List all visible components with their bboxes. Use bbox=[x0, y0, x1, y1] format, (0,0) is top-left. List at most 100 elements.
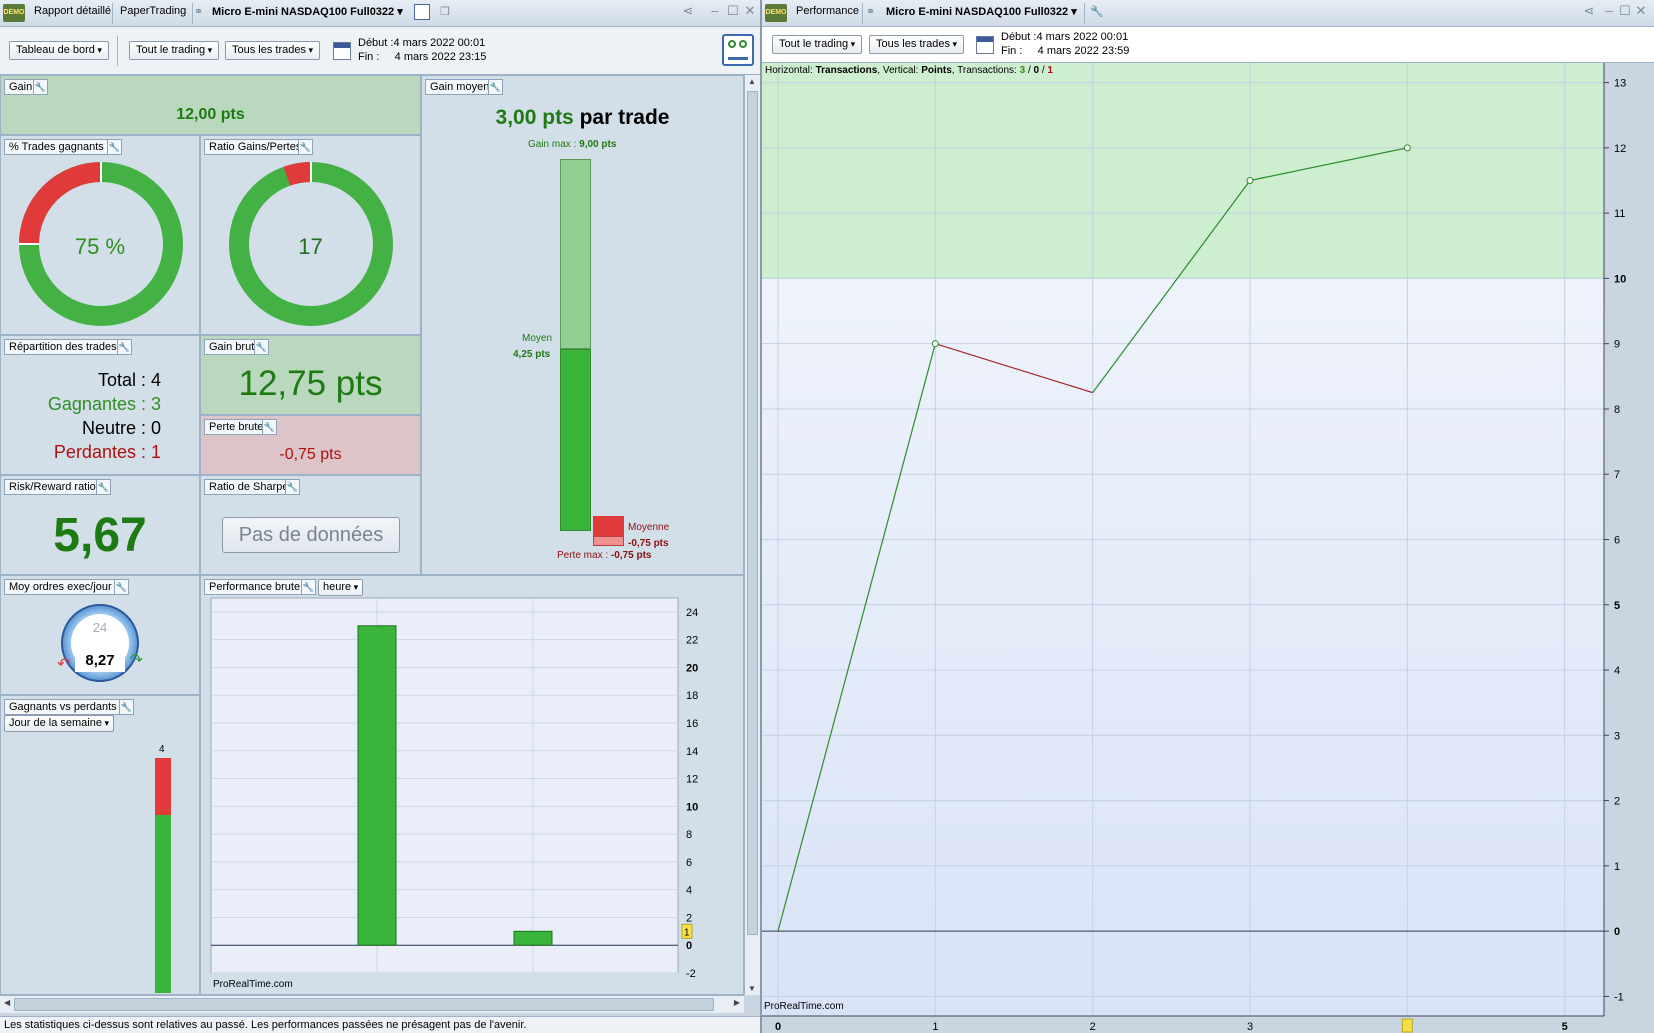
y-tick-label: 13 bbox=[1614, 78, 1626, 90]
maximize-icon[interactable]: ☐ bbox=[1618, 4, 1632, 18]
gauge-icon: 24 8,27 ↶ ↷ bbox=[57, 604, 143, 682]
demo-icon: DEMO bbox=[765, 4, 787, 22]
y-tick-label: 20 bbox=[686, 662, 698, 674]
x-tick-label: 0 bbox=[775, 1021, 781, 1033]
left-titlebar: DEMO Rapport détaillé PaperTrading ⚭ Mic… bbox=[0, 0, 760, 27]
copy-icon[interactable]: ❐ bbox=[440, 5, 450, 18]
moyenne-label: Moyenne bbox=[628, 522, 670, 533]
y-tick-label: -1 bbox=[1614, 991, 1624, 1003]
y-tick-label: 12 bbox=[1614, 143, 1626, 155]
neutre: Neutre : 0 bbox=[81, 418, 161, 438]
threshold-zone bbox=[762, 63, 1604, 279]
close-icon[interactable]: ✕ bbox=[1634, 4, 1648, 18]
instrument-selector[interactable]: Micro E-mini NASDAQ100 Full0322 ▾ bbox=[886, 5, 1077, 18]
trading-dropdown[interactable]: Tout le trading bbox=[129, 41, 220, 60]
maximize-icon[interactable]: ☐ bbox=[726, 4, 740, 18]
calendar-icon[interactable] bbox=[976, 36, 994, 54]
calendar-icon[interactable] bbox=[333, 42, 351, 60]
trading-dropdown[interactable]: Tout le trading bbox=[772, 35, 863, 54]
x-tick-label: 1 bbox=[932, 1021, 938, 1033]
gain-moyen-headline: 3,00 pts par trade bbox=[422, 106, 743, 130]
wrench-icon[interactable]: 🔧 bbox=[119, 699, 134, 715]
gvp-loss-bar bbox=[155, 758, 171, 815]
wrench-icon[interactable]: 🔧 bbox=[262, 419, 277, 435]
gain-moyen-suffix: par trade bbox=[579, 106, 670, 129]
chart-info: Horizontal: Transactions, Vertical: Poin… bbox=[765, 65, 1053, 76]
data-point bbox=[1403, 144, 1411, 152]
share-icon[interactable]: ⋖ bbox=[1582, 4, 1596, 18]
close-icon[interactable]: ✕ bbox=[743, 4, 757, 18]
y-tick-label: 8 bbox=[1614, 404, 1620, 416]
right-toolbar: Tout le trading Tous les trades Début :4… bbox=[762, 27, 1654, 63]
demo-icon: DEMO bbox=[3, 4, 25, 22]
risk-reward-value: 5,67 bbox=[53, 509, 147, 562]
tab-rapport-detaille[interactable]: Rapport détaillé bbox=[34, 5, 111, 17]
start-date: Début :4 mars 2022 00:01 bbox=[358, 37, 486, 49]
risk-reward-title: Risk/Reward ratio bbox=[4, 479, 101, 495]
perte-brute-value: -0,75 pts bbox=[279, 446, 342, 463]
share-icon[interactable]: ⋖ bbox=[681, 4, 695, 18]
chart-icon[interactable] bbox=[414, 4, 430, 20]
wrench-icon[interactable]: 🔧 bbox=[254, 339, 269, 355]
minimize-icon[interactable]: – bbox=[708, 4, 722, 18]
perf-brute-watermark: ProRealTime.com bbox=[213, 979, 293, 990]
left-vertical-scrollbar[interactable]: ▲ ▼ bbox=[744, 75, 760, 995]
dashboard-dropdown[interactable]: Tableau de bord bbox=[9, 41, 109, 60]
gauge-dial-label: 24 bbox=[92, 620, 108, 635]
sharpe-panel: Ratio de Sharpe 🔧 Pas de données bbox=[200, 475, 421, 575]
link-icon[interactable]: ⚭ bbox=[194, 5, 203, 18]
left-horizontal-scrollbar[interactable]: ◀ ▶ bbox=[0, 995, 744, 1013]
gain-brut-title: Gain brut bbox=[204, 339, 260, 355]
perf-brute-chart: 242220181614121086420-21 bbox=[210, 597, 698, 980]
start-date: Début :4 mars 2022 00:01 bbox=[1001, 31, 1129, 43]
wrench-icon[interactable]: 🔧 bbox=[285, 479, 300, 495]
disclaimer: Les statistiques ci-dessus sont relative… bbox=[0, 1016, 760, 1033]
y-tick-label: 10 bbox=[686, 801, 698, 813]
y-tick-label: 22 bbox=[686, 635, 698, 647]
repartition-panel: Répartition des trades 🔧 Total : 4 Gagna… bbox=[0, 335, 200, 475]
pct-gagnants-value: 75 % bbox=[74, 234, 126, 259]
instrument-selector[interactable]: Micro E-mini NASDAQ100 Full0322 ▾ bbox=[212, 5, 403, 18]
gain-moyen-bar bbox=[560, 349, 591, 531]
gain-max-bar bbox=[560, 159, 591, 349]
wrench-icon[interactable]: 🔧 bbox=[117, 339, 132, 355]
y-tick-label: 10 bbox=[1614, 273, 1626, 285]
y-tick-label: 8 bbox=[686, 829, 692, 841]
trades-dropdown[interactable]: Tous les trades bbox=[869, 35, 965, 54]
performance-chart[interactable]: -1012345678910111213012345 bbox=[762, 63, 1654, 1033]
wrench-icon[interactable]: 🔧 bbox=[114, 579, 129, 595]
gagnantes: Gagnantes : 3 bbox=[47, 394, 161, 414]
total: Total : 4 bbox=[97, 370, 161, 390]
wrench-icon[interactable]: 🔧 bbox=[488, 79, 503, 95]
trades-dropdown[interactable]: Tous les trades bbox=[225, 41, 321, 60]
moyenne-value: -0,75 pts bbox=[628, 538, 669, 549]
minimize-icon[interactable]: – bbox=[1602, 4, 1616, 18]
y-tick-label: 11 bbox=[1614, 208, 1625, 220]
sharpe-title: Ratio de Sharpe bbox=[204, 479, 294, 495]
link-icon[interactable]: ⚭ bbox=[866, 5, 875, 18]
gain-panel: Gain 🔧 12,00 pts bbox=[0, 75, 421, 135]
y-tick-label: 4 bbox=[1614, 665, 1620, 677]
wrench-icon[interactable]: 🔧 bbox=[298, 139, 313, 155]
wrench-icon[interactable]: 🔧 bbox=[1090, 5, 1104, 18]
pct-gagnants-panel: % Trades gagnants 🔧 75 % bbox=[0, 135, 200, 335]
gvp-dropdown[interactable]: Jour de la semaine bbox=[4, 715, 114, 732]
wrench-icon[interactable]: 🔧 bbox=[96, 479, 111, 495]
wrench-icon[interactable]: 🔧 bbox=[107, 139, 122, 155]
dashboard-settings-icon[interactable] bbox=[722, 34, 754, 66]
y-tick-label: 1 bbox=[1614, 861, 1620, 873]
moyen-label: Moyen bbox=[522, 333, 553, 344]
y-tick-label: 9 bbox=[1614, 339, 1620, 351]
sharpe-value: Pas de données bbox=[222, 517, 400, 553]
x-cursor-marker bbox=[1401, 1018, 1413, 1033]
perdantes: Perdantes : 1 bbox=[53, 442, 161, 462]
x-tick-label: 3 bbox=[1247, 1021, 1253, 1033]
wrench-icon[interactable]: 🔧 bbox=[33, 79, 48, 95]
tab-papertrading[interactable]: PaperTrading bbox=[120, 5, 186, 17]
gain-moyen-title: Gain moyen bbox=[425, 79, 495, 95]
y-tick-label: 14 bbox=[686, 746, 698, 758]
tab-performance[interactable]: Performance bbox=[796, 5, 859, 17]
y-tick-label: 5 bbox=[1614, 600, 1620, 612]
bar bbox=[357, 625, 397, 946]
ratio-gp-panel: Ratio Gains/Pertes 🔧 17 bbox=[200, 135, 421, 335]
